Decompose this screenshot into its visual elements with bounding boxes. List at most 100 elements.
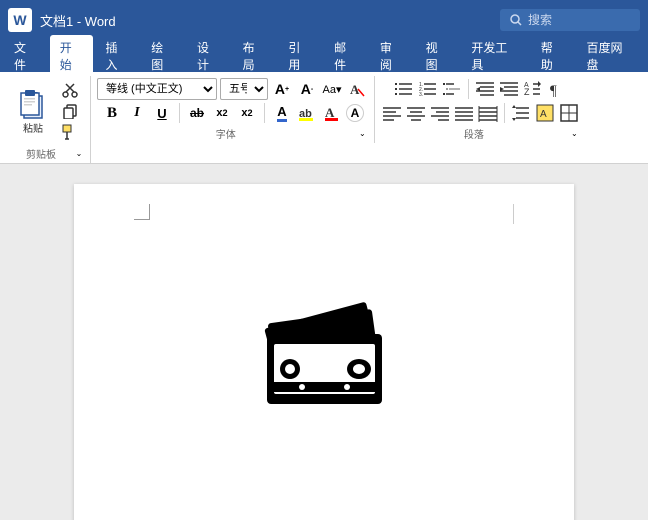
change-case-button[interactable]: Aa▾ <box>321 78 343 100</box>
menu-bar: 文件 开始 插入 绘图 设计 布局 引用 邮件 审阅 视图 开发工具 帮助 百度… <box>0 40 648 72</box>
decrease-indent-button[interactable] <box>474 78 496 100</box>
subscript-button[interactable]: x2 <box>211 102 233 124</box>
font-group-label: 字体 <box>97 124 355 143</box>
cut-icon <box>62 82 78 98</box>
font-row1: 等线 (中文正文) 五号 A+ A- Aa▾ A <box>97 78 368 100</box>
line-spacing-button[interactable] <box>510 102 532 124</box>
font-color-button[interactable]: A <box>271 102 293 124</box>
underline-button[interactable]: U <box>151 102 173 124</box>
cut-button[interactable] <box>58 80 82 100</box>
menu-item-mailings[interactable]: 邮件 <box>324 35 368 77</box>
decrease-font-button[interactable]: A- <box>296 78 318 100</box>
menu-item-draw[interactable]: 绘图 <box>141 35 185 77</box>
align-right-button[interactable] <box>429 102 451 124</box>
menu-item-review[interactable]: 审阅 <box>370 35 414 77</box>
menu-item-developer[interactable]: 开发工具 <box>461 35 528 77</box>
paragraph-mark-icon: ¶ <box>547 79 567 99</box>
title-bar: W 文档1 - Word <box>0 0 648 40</box>
strikethrough-button[interactable]: ab <box>186 102 208 124</box>
bullets-icon <box>394 79 414 99</box>
increase-font-button[interactable]: A+ <box>271 78 293 100</box>
menu-item-file[interactable]: 文件 <box>4 35 48 77</box>
menu-item-insert[interactable]: 插入 <box>95 35 139 77</box>
multilevel-icon <box>442 79 462 99</box>
font-expand-button[interactable]: ⌄ <box>357 128 368 140</box>
shading-icon: A <box>535 103 555 123</box>
highlight-button[interactable]: ab <box>296 102 318 124</box>
font-size-selector[interactable]: 五号 <box>220 78 268 100</box>
text-color-button[interactable]: A <box>321 102 343 124</box>
paragraph-expand-button[interactable]: ⌄ <box>569 128 580 140</box>
format-painter-icon <box>62 124 78 140</box>
font-tools: 等线 (中文正文) 五号 A+ A- Aa▾ A <box>97 78 368 124</box>
document-area <box>0 164 648 520</box>
shading-button[interactable]: A <box>534 102 556 124</box>
clear-format-button[interactable]: A <box>346 78 368 100</box>
document-page[interactable] <box>74 184 574 520</box>
align-left-button[interactable] <box>381 102 403 124</box>
align-right-icon <box>430 103 450 123</box>
borders-icon <box>559 103 579 123</box>
copy-icon <box>62 103 78 119</box>
italic-button[interactable]: I <box>126 102 148 124</box>
menu-item-help[interactable]: 帮助 <box>531 35 575 77</box>
svg-text:¶: ¶ <box>550 83 557 99</box>
ribbon-row: 粘贴 <box>4 76 644 163</box>
search-icon <box>510 14 522 26</box>
numbering-button[interactable]: 1. 2. 3. <box>417 78 439 100</box>
distributed-icon <box>478 103 498 123</box>
bold-button[interactable]: B <box>101 102 123 124</box>
font-family-selector[interactable]: 等线 (中文正文) <box>97 78 217 100</box>
divider1 <box>179 103 180 123</box>
paste-icon <box>18 88 48 120</box>
menu-item-references[interactable]: 引用 <box>278 35 322 77</box>
increase-indent-button[interactable] <box>498 78 520 100</box>
paragraph-group: 1. 2. 3. <box>375 76 586 143</box>
word-logo-icon: W <box>8 8 32 32</box>
embedded-image <box>252 294 397 414</box>
page-corner <box>134 204 150 220</box>
clipboard-expand-button[interactable]: ⌄ <box>74 148 84 160</box>
superscript-button[interactable]: x2 <box>236 102 258 124</box>
sort-button[interactable]: A Z <box>522 78 544 100</box>
menu-item-view[interactable]: 视图 <box>416 35 460 77</box>
paragraph-tools: 1. 2. 3. <box>381 78 580 124</box>
multilevel-list-button[interactable] <box>441 78 463 100</box>
clear-format-icon: A <box>349 81 365 97</box>
menu-item-design[interactable]: 设计 <box>187 35 231 77</box>
show-paragraph-button[interactable]: ¶ <box>546 78 568 100</box>
cut-copy-group <box>56 78 84 144</box>
font-options-button[interactable]: A <box>346 104 364 122</box>
format-painter-button[interactable] <box>58 122 82 142</box>
increase-indent-icon <box>499 79 519 99</box>
menu-item-layout[interactable]: 布局 <box>233 35 277 77</box>
menu-item-baidu[interactable]: 百度网盘 <box>577 35 644 77</box>
clipboard-label: 剪贴板 <box>10 144 72 163</box>
justify-button[interactable] <box>453 102 475 124</box>
svg-text:A: A <box>325 105 335 120</box>
align-center-icon <box>406 103 426 123</box>
clipboard-group: 粘贴 <box>4 76 91 163</box>
borders-button[interactable] <box>558 102 580 124</box>
copy-button[interactable] <box>58 101 82 121</box>
distributed-button[interactable] <box>477 102 499 124</box>
clipboard-tools: 粘贴 <box>10 78 84 144</box>
para-divider2 <box>504 103 505 123</box>
bullets-button[interactable] <box>393 78 415 100</box>
align-left-icon <box>382 103 402 123</box>
paste-button[interactable]: 粘贴 <box>10 84 56 139</box>
para-divider1 <box>468 79 469 99</box>
title-left: W 文档1 - Word <box>8 8 116 32</box>
align-center-button[interactable] <box>405 102 427 124</box>
menu-item-home[interactable]: 开始 <box>50 35 94 77</box>
font-row2: B I U ab x2 x2 A ab <box>101 102 364 124</box>
search-input[interactable] <box>528 13 628 27</box>
highlight-icon: ab <box>298 104 316 122</box>
search-box[interactable] <box>500 9 640 31</box>
svg-text:Z: Z <box>524 87 530 97</box>
ribbon: 粘贴 <box>0 72 648 164</box>
line-spacing-icon <box>511 103 531 123</box>
para-row1: 1. 2. 3. <box>393 78 568 100</box>
svg-text:A: A <box>540 109 547 120</box>
para-row2: A <box>381 102 580 124</box>
